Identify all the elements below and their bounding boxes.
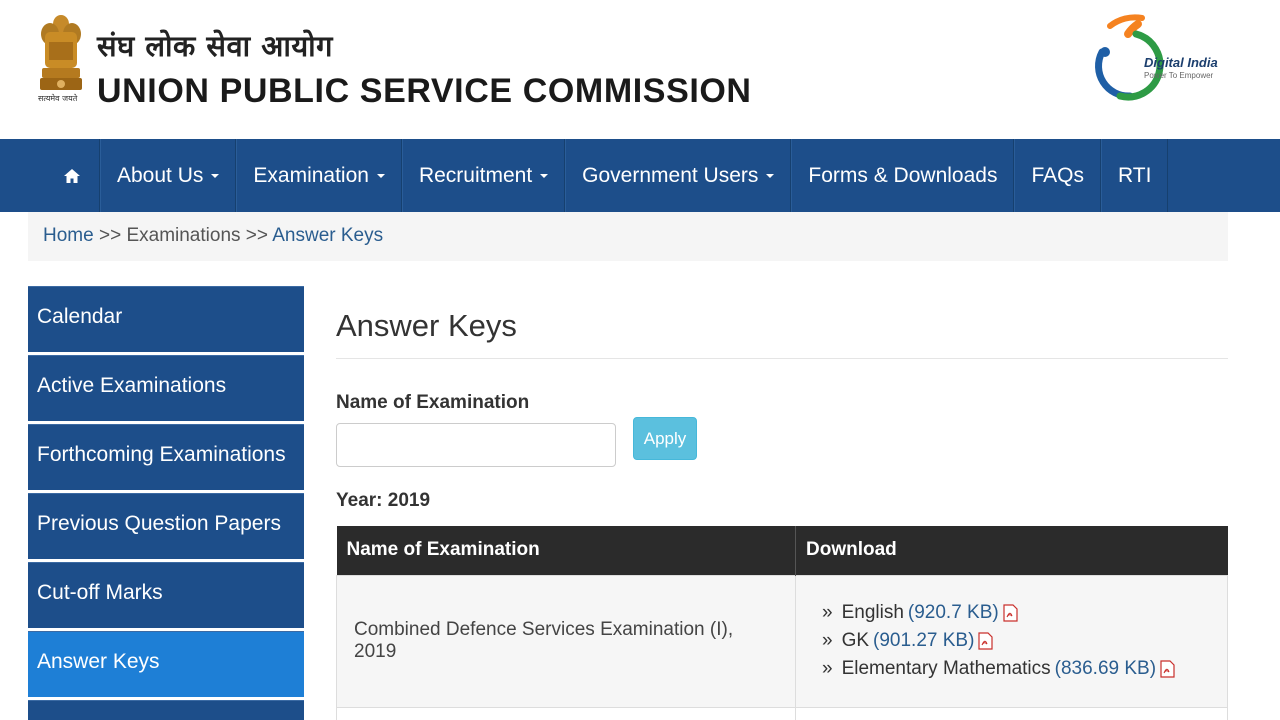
- download-name: Elementary Mathematics: [841, 658, 1051, 679]
- download-name: GK: [841, 630, 870, 651]
- pdf-icon[interactable]: [1003, 604, 1018, 622]
- bullet: »: [822, 658, 833, 679]
- exam-name-cell: Combined Defence Services Examination (I…: [336, 574, 796, 708]
- home-icon: [64, 168, 80, 183]
- sidebar-item-active-examinations[interactable]: Active Examinations: [28, 355, 304, 421]
- breadcrumb-home[interactable]: Home: [43, 225, 94, 246]
- exam-name-cell: [336, 706, 796, 720]
- answer-keys-table: Name of Examination Download Combined De…: [336, 526, 1228, 720]
- nav-recruitment-label: Recruitment: [418, 163, 533, 187]
- pdf-icon[interactable]: [978, 632, 994, 650]
- nav-government-users-label: Government Users: [582, 163, 759, 187]
- column-header-download: Download: [795, 526, 1228, 575]
- year-heading: Year: 2019: [336, 490, 431, 511]
- nav-forms-downloads[interactable]: Forms & Downloads: [791, 139, 1015, 212]
- file-size: (836.69 KB): [1054, 658, 1157, 679]
- site-title[interactable]: UNION PUBLIC SERVICE COMMISSION: [97, 72, 752, 111]
- sidebar-item-forthcoming-examinations[interactable]: Forthcoming Examinations: [28, 424, 304, 490]
- file-size: (920.7 KB): [907, 602, 999, 623]
- digital-india-title: Digital India: [1144, 55, 1218, 70]
- column-header-exam: Name of Examination: [336, 526, 796, 575]
- page-title: Answer Keys: [336, 308, 517, 343]
- breadcrumb-current[interactable]: Answer Keys: [272, 225, 383, 246]
- file-size: (901.27 KB): [873, 630, 975, 651]
- nav-government-users[interactable]: Government Users: [565, 139, 792, 212]
- apply-button[interactable]: Apply: [633, 417, 697, 460]
- sidebar: Calendar Active Examinations Forthcoming…: [28, 286, 304, 720]
- sidebar-item-answer-keys[interactable]: Answer Keys: [28, 631, 304, 697]
- sidebar-item-previous-question-papers[interactable]: Previous Question Papers: [28, 493, 304, 559]
- download-cell: » English (920.7 KB) » GK (901.27 KB) » …: [795, 574, 1228, 708]
- emblem-caption: सत्यमेव जयते: [38, 94, 78, 103]
- nav-examination-label: Examination: [253, 163, 369, 187]
- digital-india-tagline: Power To Empower: [1144, 71, 1214, 80]
- table-row: Combined Defence Services Examination (I…: [336, 574, 1228, 708]
- breadcrumb-separator: >>: [98, 225, 122, 246]
- nav-examination[interactable]: Examination: [236, 139, 402, 212]
- nav-list: About Us Examination Recruitment Governm…: [43, 139, 1169, 212]
- nav-forms-downloads-label: Forms & Downloads: [808, 163, 998, 187]
- nav-home[interactable]: [43, 139, 100, 212]
- nav-recruitment[interactable]: Recruitment: [401, 139, 566, 212]
- main-nav: About Us Examination Recruitment Governm…: [0, 139, 1280, 212]
- breadcrumb-separator: >>: [245, 225, 268, 246]
- bullet: »: [822, 630, 833, 651]
- caret-down-icon: [376, 173, 385, 178]
- breadcrumb: Home >> Examinations >> Answer Keys: [28, 212, 1228, 261]
- nav-faqs-label: FAQs: [1031, 163, 1084, 187]
- download-link-gk[interactable]: » GK (901.27 KB): [822, 627, 1227, 655]
- download-name: English: [841, 602, 904, 623]
- title-divider: [336, 358, 1228, 359]
- pdf-icon[interactable]: [1160, 660, 1175, 678]
- sidebar-item-cut-off-marks[interactable]: Cut-off Marks: [28, 562, 304, 628]
- sidebar-item-next[interactable]: [28, 700, 304, 720]
- caret-down-icon: [540, 173, 549, 178]
- caret-down-icon: [211, 173, 220, 178]
- site-header: सत्यमेव जयते संघ लोक सेवा आयोग UNION PUB…: [0, 0, 1280, 139]
- caret-down-icon: [766, 173, 775, 178]
- sidebar-item-calendar[interactable]: Calendar: [28, 286, 304, 352]
- nav-faqs[interactable]: FAQs: [1014, 139, 1101, 212]
- breadcrumb-examinations[interactable]: Examinations: [126, 225, 240, 246]
- nav-about-us[interactable]: About Us: [100, 139, 237, 212]
- table-header-row: Name of Examination Download: [336, 526, 1228, 575]
- exam-name-label: Name of Examination: [336, 392, 530, 413]
- nav-rti-label: RTI: [1117, 163, 1152, 187]
- nav-about-us-label: About Us: [117, 163, 204, 187]
- download-cell: [795, 706, 1228, 720]
- nav-rti[interactable]: RTI: [1100, 139, 1169, 212]
- exam-name-input[interactable]: [336, 423, 616, 467]
- download-link-english[interactable]: » English (920.7 KB): [822, 599, 1227, 627]
- bullet: »: [822, 602, 833, 623]
- table-row: [336, 706, 1228, 720]
- hindi-title[interactable]: संघ लोक सेवा आयोग: [97, 26, 333, 65]
- download-link-elementary-mathematics[interactable]: » Elementary Mathematics (836.69 KB): [822, 655, 1227, 683]
